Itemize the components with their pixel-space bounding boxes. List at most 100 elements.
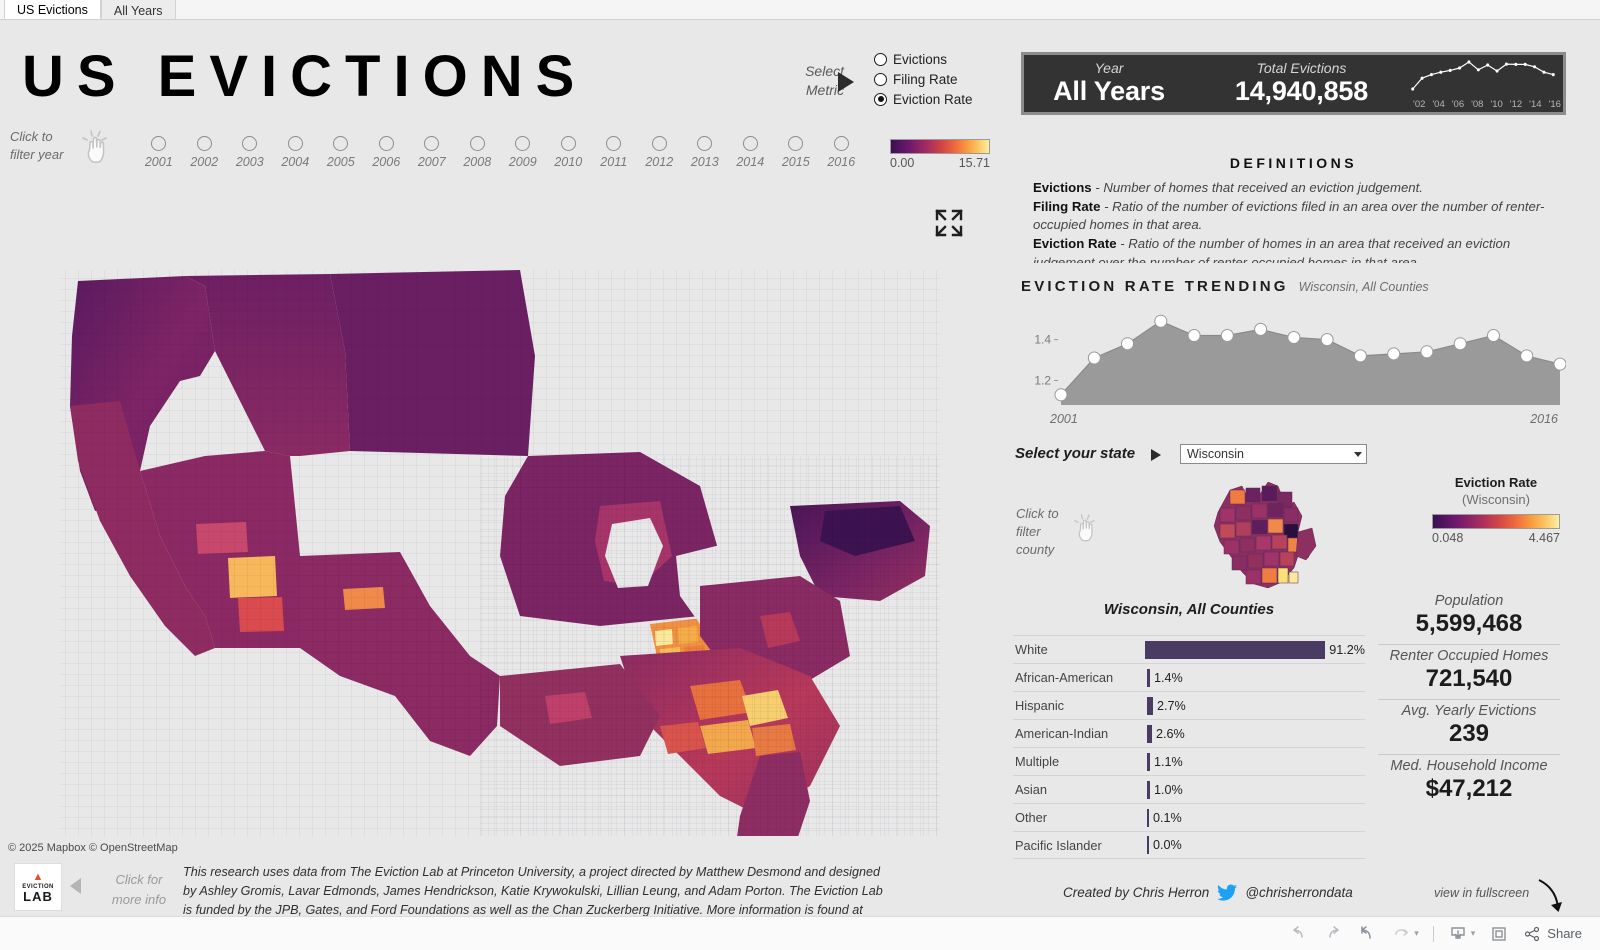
demographic-value: 2.6%: [1156, 726, 1185, 741]
stat-value: $47,212: [1425, 775, 1513, 802]
year-circle-icon[interactable]: [788, 136, 804, 151]
tab-us-evictions[interactable]: US Evictions: [4, 0, 101, 19]
table-row[interactable]: Multiple 1.1%: [1013, 747, 1365, 775]
year-filter-2005[interactable]: 2005: [318, 136, 364, 169]
year-filter-2002[interactable]: 2002: [182, 136, 228, 169]
radio-icon[interactable]: [874, 72, 887, 86]
state-legend-subtitle: (Wisconsin): [1462, 492, 1530, 507]
stat-med-household-income: Med. Household Income $47,212: [1378, 754, 1560, 809]
spark-tick: '14: [1529, 99, 1542, 110]
year-circle-icon[interactable]: [742, 136, 758, 151]
download-button[interactable]: ▾: [1448, 924, 1476, 944]
chevron-down-icon[interactable]: ▾: [1414, 928, 1419, 939]
year-circle-icon[interactable]: [242, 136, 258, 151]
year-filter-2016[interactable]: 2016: [819, 136, 865, 169]
year-circle-icon[interactable]: [287, 136, 303, 151]
year-circle-icon[interactable]: [606, 136, 622, 151]
stat-caption: Med. Household Income: [1390, 758, 1548, 774]
year-filter-2008[interactable]: 2008: [455, 136, 501, 169]
year-circle-icon[interactable]: [833, 136, 849, 151]
state-select-dropdown[interactable]: Wisconsin: [1180, 444, 1367, 464]
year-filter-2009[interactable]: 2009: [500, 136, 546, 169]
county-hint-line2: filter: [1016, 523, 1041, 539]
year-filter-2006[interactable]: 2006: [364, 136, 410, 169]
year-filter-2015[interactable]: 2015: [773, 136, 819, 169]
demographic-label: Asian: [1015, 782, 1048, 797]
eviction-lab-logo[interactable]: ▲ EVICTION LAB: [14, 863, 62, 911]
radio-icon-selected[interactable]: [874, 92, 887, 106]
metric-option-eviction-rate[interactable]: Eviction Rate: [874, 90, 973, 108]
year-label: 2011: [600, 155, 628, 169]
year-filter-2012[interactable]: 2012: [637, 136, 683, 169]
trending-axis-start: 2001: [1050, 412, 1078, 426]
table-row[interactable]: White 91.2%: [1013, 635, 1365, 663]
twitter-handle[interactable]: @chrisherrondata: [1245, 885, 1353, 900]
year-filter-2013[interactable]: 2013: [682, 136, 728, 169]
redo-button[interactable]: [1323, 924, 1343, 944]
pointing-hand-icon: [82, 130, 107, 163]
table-row[interactable]: African-American 1.4%: [1013, 663, 1365, 691]
year-filter-2004[interactable]: 2004: [273, 136, 319, 169]
expand-arrows-icon[interactable]: [932, 206, 966, 240]
us-county-choropleth-map[interactable]: [0, 256, 1005, 836]
demographic-bar: [1145, 640, 1326, 659]
year-filter-2001[interactable]: 2001: [136, 136, 182, 169]
year-circle-icon[interactable]: [560, 136, 576, 151]
county-hint-line1: Click to: [1016, 506, 1059, 521]
spark-tick: '16: [1548, 99, 1561, 110]
year-filter-2010[interactable]: 2010: [546, 136, 592, 169]
stat-caption: Renter Occupied Homes: [1389, 648, 1549, 664]
demographic-label: Pacific Islander: [1015, 837, 1102, 853]
eviction-rate-trending-chart[interactable]: 1.2 1.4: [1021, 305, 1566, 420]
tab-all-years[interactable]: All Years: [100, 0, 176, 19]
logo-mark-icon: ▲: [32, 870, 44, 883]
revert-button[interactable]: [1357, 924, 1377, 944]
metric-selector-label: Select Metric: [784, 62, 844, 100]
year-circle-icon[interactable]: [378, 136, 394, 151]
year-circle-icon[interactable]: [424, 136, 440, 151]
chevron-down-icon[interactable]: ▾: [1471, 928, 1476, 939]
year-filter-2007[interactable]: 2007: [409, 136, 455, 169]
statistics-panel: Population 5,599,468 Renter Occupied Hom…: [1378, 590, 1560, 809]
refresh-button[interactable]: ▾: [1391, 924, 1419, 944]
undo-button[interactable]: [1289, 924, 1309, 944]
table-row[interactable]: Hispanic 2.7%: [1013, 691, 1365, 719]
year-circle-icon[interactable]: [515, 136, 531, 151]
wisconsin-county-choropleth-map[interactable]: [1190, 472, 1350, 594]
year-circle-icon[interactable]: [469, 136, 485, 151]
more-info-line1: Click for: [115, 872, 163, 887]
year-label: 2002: [190, 155, 219, 169]
year-circle-icon[interactable]: [196, 136, 212, 151]
year-filter-2003[interactable]: 2003: [227, 136, 273, 169]
chevron-down-icon[interactable]: [1354, 451, 1362, 457]
table-row[interactable]: Pacific Islander 0.0%: [1013, 831, 1365, 859]
year-filter-2014[interactable]: 2014: [728, 136, 774, 169]
demographic-bar: [1147, 780, 1150, 799]
twitter-bird-icon[interactable]: [1217, 884, 1238, 901]
author-credit: Created by Chris Herron @chrisherrondata: [1063, 884, 1353, 901]
year-label: 2016: [827, 155, 856, 169]
demographic-label: White: [1015, 642, 1048, 657]
year-circle-icon[interactable]: [697, 136, 713, 151]
spark-tick: '08: [1471, 99, 1484, 110]
table-row[interactable]: Other 0.1%: [1013, 803, 1365, 831]
definition-term: Filing Rate: [1033, 198, 1101, 214]
stat-population: Population 5,599,468: [1378, 590, 1560, 644]
definition-term: Eviction Rate: [1033, 236, 1117, 252]
year-filter-2011[interactable]: 2011: [591, 136, 637, 169]
demographic-label: Other: [1015, 810, 1048, 825]
more-info-hint: Click for more info: [100, 870, 178, 909]
share-icon: [1525, 926, 1540, 941]
radio-icon[interactable]: [874, 52, 887, 66]
metric-option-evictions[interactable]: Evictions: [874, 50, 973, 68]
share-button[interactable]: Share: [1523, 925, 1582, 943]
table-row[interactable]: American-Indian 2.6%: [1013, 719, 1365, 747]
county-hint-line3: county: [1016, 541, 1055, 557]
table-row[interactable]: Asian 1.0%: [1013, 775, 1365, 803]
fullscreen-button[interactable]: [1489, 924, 1509, 944]
year-circle-icon[interactable]: [651, 136, 667, 151]
year-circle-icon[interactable]: [333, 136, 349, 151]
year-filter-hint-line2: filter year: [10, 146, 64, 162]
year-circle-icon[interactable]: [151, 136, 167, 151]
metric-option-filing-rate[interactable]: Filing Rate: [874, 70, 973, 88]
